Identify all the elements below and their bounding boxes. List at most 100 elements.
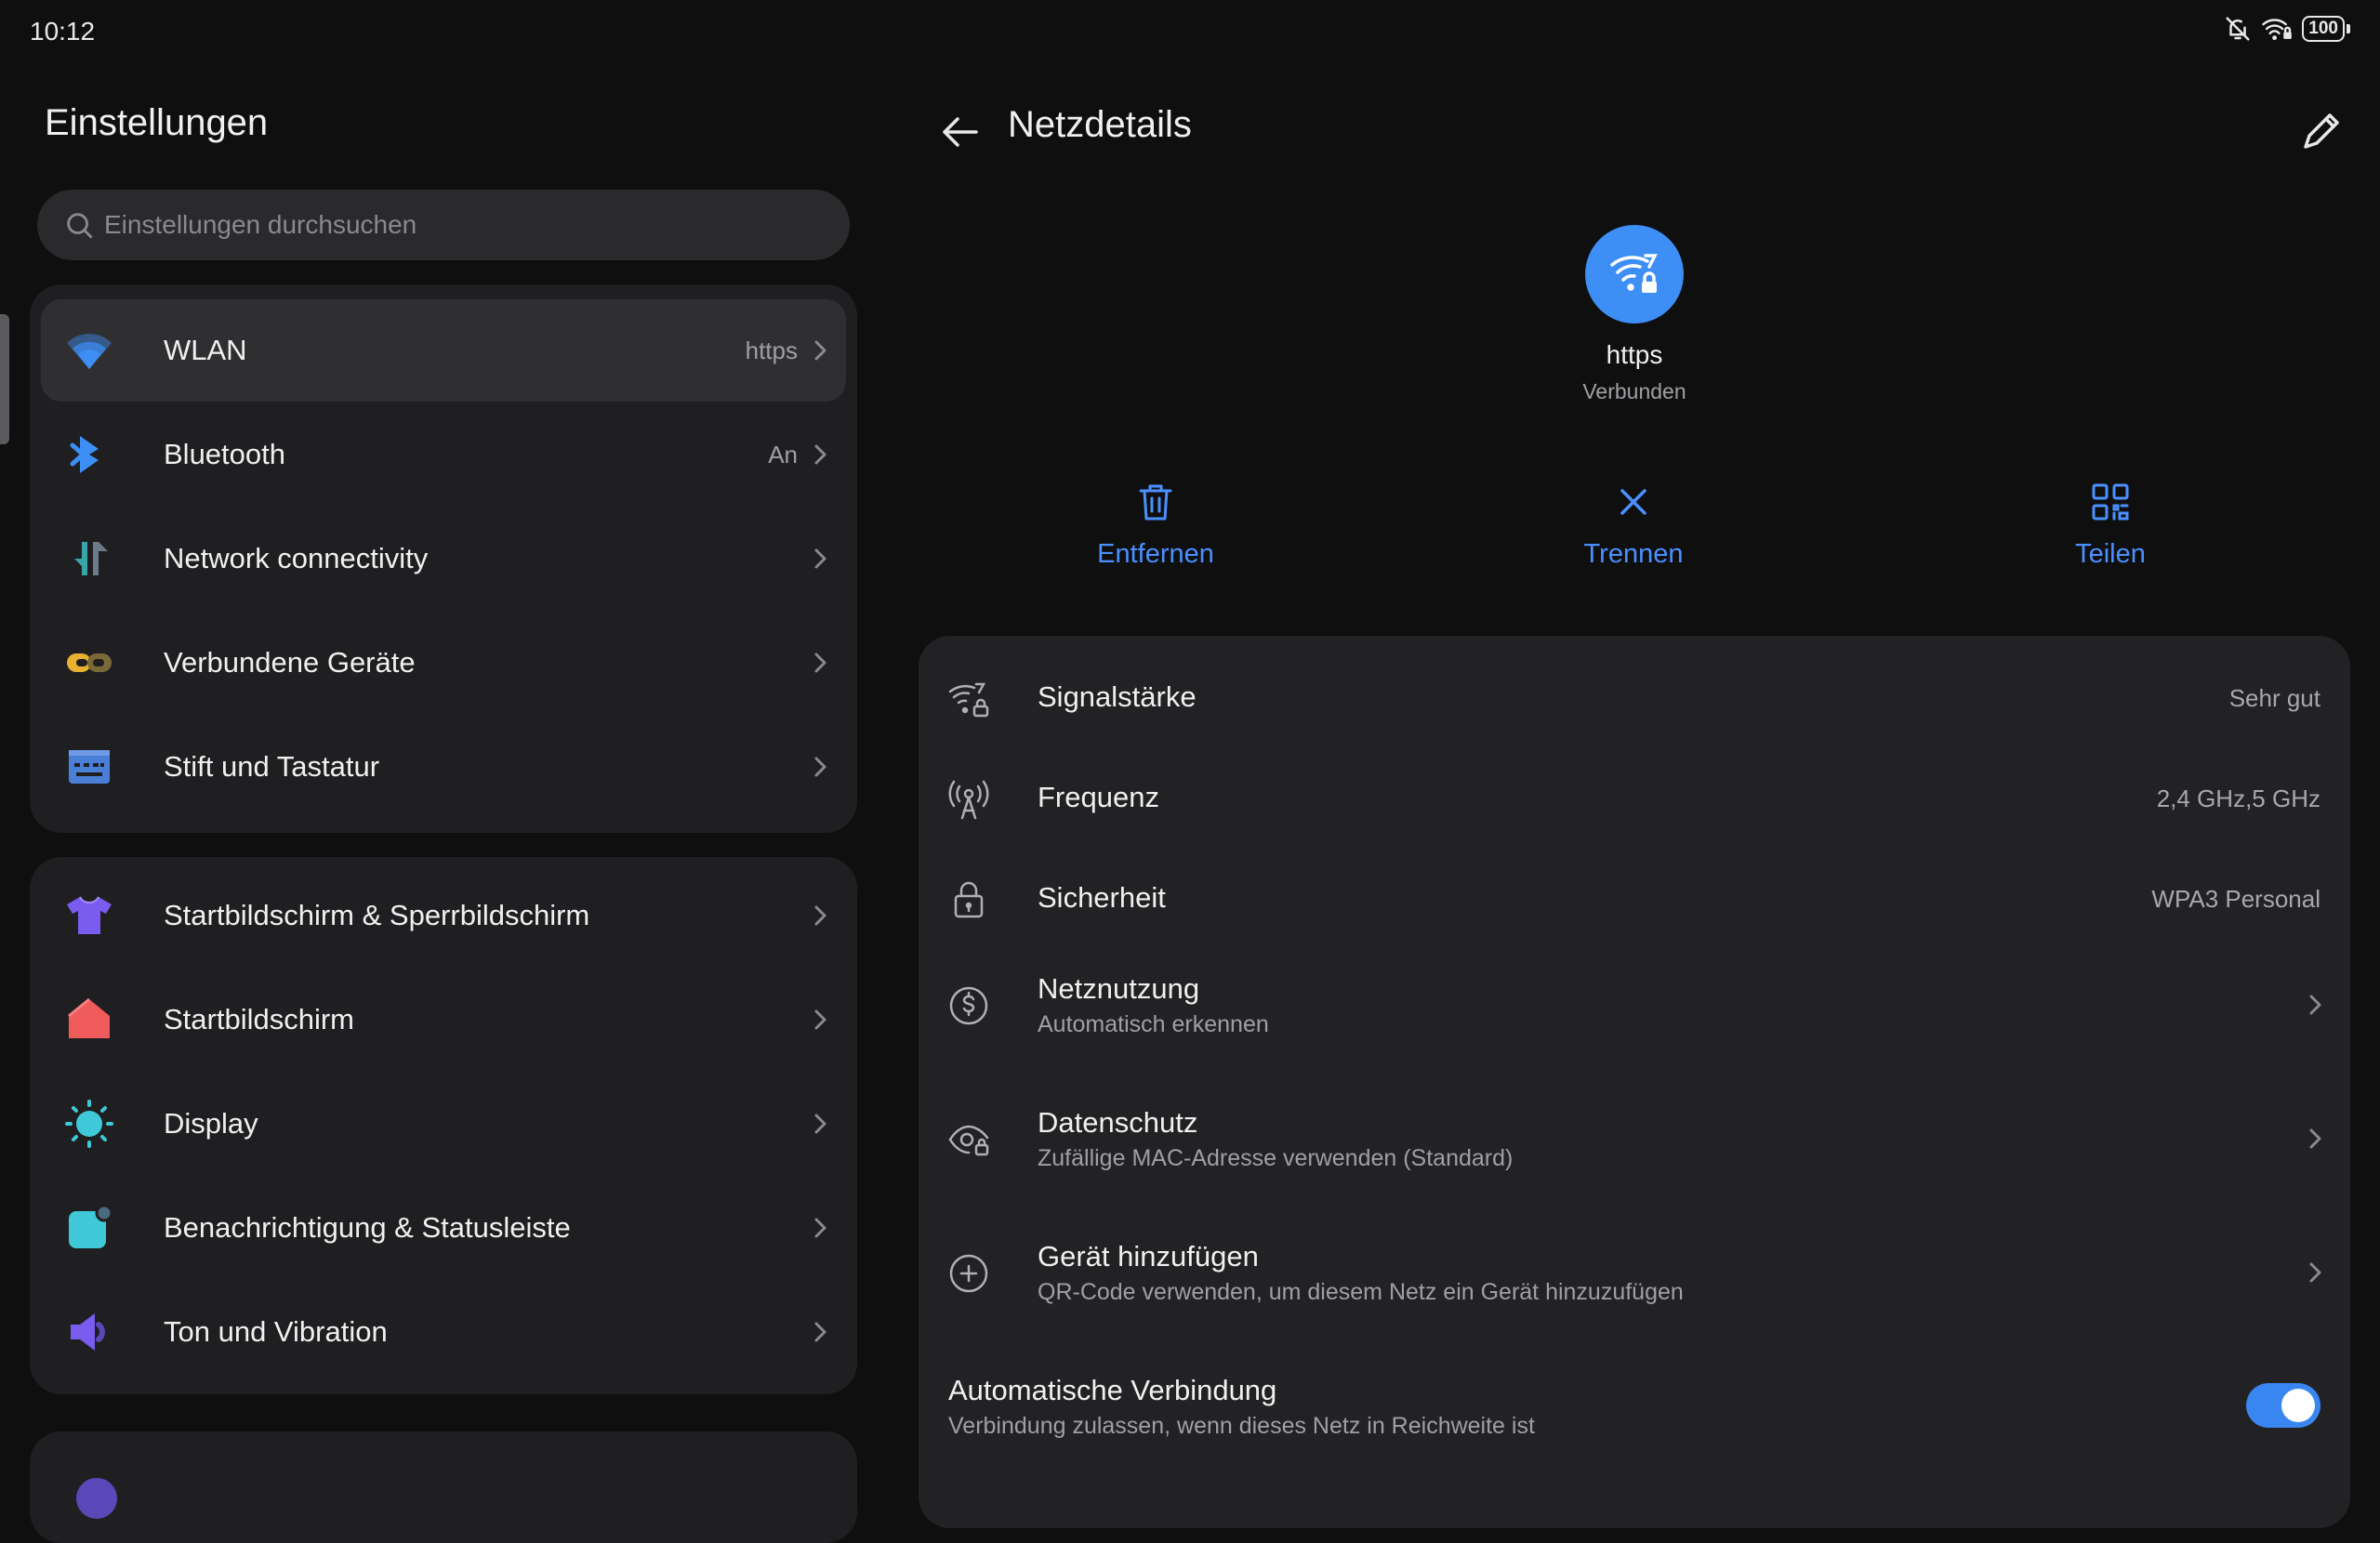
settings-pane: Einstellungen WLAN https Bluetooth An: [0, 61, 883, 1543]
connected-devices-icon: [63, 637, 115, 689]
notification-icon: [63, 1202, 115, 1254]
edit-button[interactable]: [2291, 102, 2350, 162]
settings-item-connected-devices[interactable]: Verbundene Geräte: [41, 612, 846, 714]
settings-item-wlan[interactable]: WLAN https: [41, 299, 846, 402]
search-bar[interactable]: [37, 190, 850, 260]
security-value: WPA3 Personal: [2151, 885, 2320, 913]
search-input[interactable]: [102, 209, 813, 241]
frequency-value: 2,4 GHz,5 GHz: [2156, 785, 2320, 812]
chevron-right-icon: [811, 336, 829, 364]
settings-item-label: Network connectivity: [164, 542, 429, 574]
dollar-icon: [946, 983, 991, 1028]
wifi-lock-icon: [2261, 15, 2293, 43]
settings-item-label: Startbildschirm & Sperrbildschirm: [164, 899, 590, 931]
settings-item-home-screen[interactable]: Startbildschirm: [41, 969, 846, 1071]
settings-item-notifications[interactable]: Benachrichtigung & Statusleiste: [41, 1177, 846, 1279]
row-network-usage[interactable]: Netznutzung Automatisch erkennen: [919, 937, 2350, 1071]
remove-button[interactable]: Entfernen: [1035, 480, 1276, 570]
sound-icon: [63, 1306, 115, 1358]
row-add-device[interactable]: Gerät hinzufügen QR-Code verwenden, um d…: [919, 1205, 2350, 1339]
network-connectivity-icon: [63, 533, 115, 585]
chevron-right-icon: [811, 1006, 829, 1034]
chevron-right-icon: [811, 1214, 829, 1242]
add-circle-icon: [946, 1251, 991, 1296]
trash-icon: [1133, 480, 1178, 524]
settings-item-label: Stift und Tastatur: [164, 750, 380, 783]
signal-icon: [946, 677, 991, 721]
settings-item-bluetooth[interactable]: Bluetooth An: [41, 403, 846, 506]
settings-item-label: Benachrichtigung & Statusleiste: [164, 1211, 571, 1244]
share-label: Teilen: [2075, 539, 2146, 569]
chevron-right-icon: [811, 441, 829, 468]
auto-connect-toggle[interactable]: [2246, 1383, 2320, 1428]
chevron-right-icon: [811, 902, 829, 930]
close-icon: [1611, 480, 1656, 524]
settings-item-value: https: [745, 336, 798, 364]
add-device-subtitle: QR-Code verwenden, um diesem Netz ein Ge…: [1038, 1279, 1684, 1305]
display-brightness-icon: [63, 1098, 115, 1150]
row-privacy[interactable]: Datenschutz Zufällige MAC-Adresse verwen…: [919, 1071, 2350, 1205]
chevron-right-icon: [811, 545, 829, 573]
settings-item-label: Verbundene Geräte: [164, 646, 416, 679]
network-avatar: [1585, 225, 1684, 323]
disconnect-button[interactable]: Trennen: [1513, 480, 1754, 570]
chevron-right-icon: [811, 753, 829, 781]
settings-item-label: Startbildschirm: [164, 1003, 354, 1035]
lock-icon: [946, 877, 991, 922]
bluetooth-icon: [63, 429, 115, 481]
security-title: Sicherheit: [1038, 881, 1166, 914]
frequency-title: Frequenz: [1038, 781, 1159, 813]
network-details-pane: Netzdetails https Verbunden Entfernen Tr…: [911, 61, 2380, 1528]
back-button[interactable]: [932, 102, 991, 162]
battery-icon: 100: [2302, 16, 2350, 42]
antenna-icon: [946, 777, 991, 822]
settings-item-label: WLAN: [164, 334, 247, 366]
row-frequency: Frequenz 2,4 GHz,5 GHz: [919, 736, 2350, 837]
status-icons: 100: [2224, 15, 2350, 43]
chevron-right-icon: [2306, 1259, 2324, 1286]
settings-group-personalization: Startbildschirm & Sperrbildschirm Startb…: [30, 857, 857, 1394]
settings-item-home-lock-screen[interactable]: Startbildschirm & Sperrbildschirm: [41, 864, 846, 967]
auto-connect-title: Automatische Verbindung: [948, 1374, 1277, 1406]
network-usage-subtitle: Automatisch erkennen: [1038, 1011, 1269, 1037]
settings-group-more: [30, 1431, 857, 1543]
privacy-eye-icon: [946, 1117, 991, 1162]
share-button[interactable]: Teilen: [1990, 480, 2231, 570]
pencil-icon: [2291, 102, 2350, 162]
add-device-title: Gerät hinzufügen: [1038, 1240, 1259, 1273]
settings-item-display[interactable]: Display: [41, 1073, 846, 1175]
settings-item-label: Bluetooth: [164, 438, 285, 470]
settings-item-sound[interactable]: Ton und Vibration: [41, 1281, 846, 1383]
scroll-handle[interactable]: [0, 314, 9, 444]
row-security: Sicherheit WPA3 Personal: [919, 837, 2350, 937]
toggle-knob: [2281, 1389, 2315, 1422]
network-status: Verbunden: [1582, 379, 1686, 403]
disconnect-label: Trennen: [1583, 539, 1684, 569]
user-icon: [71, 1472, 123, 1524]
remove-label: Entfernen: [1097, 539, 1214, 569]
chevron-right-icon: [811, 1318, 829, 1346]
settings-item-label: Ton und Vibration: [164, 1315, 388, 1348]
row-auto-connect: Automatische Verbindung Verbindung zulas…: [919, 1339, 2350, 1472]
chevron-right-icon: [2306, 1125, 2324, 1153]
wifi-icon: [63, 324, 115, 376]
signal-strength-title: Signalstärke: [1038, 680, 1197, 713]
theme-shirt-icon: [63, 890, 115, 942]
status-bar: 10:12 100: [0, 0, 2380, 61]
chevron-right-icon: [811, 649, 829, 677]
settings-title: Einstellungen: [45, 102, 269, 143]
keyboard-icon: [63, 741, 115, 793]
settings-item-pen-keyboard[interactable]: Stift und Tastatur: [41, 716, 846, 818]
auto-connect-subtitle: Verbindung zulassen, wenn dieses Netz in…: [948, 1413, 1535, 1439]
signal-strength-value: Sehr gut: [2228, 684, 2320, 712]
arrow-left-icon: [932, 102, 991, 162]
chevron-right-icon: [811, 1110, 829, 1138]
privacy-subtitle: Zufällige MAC-Adresse verwenden (Standar…: [1038, 1145, 1514, 1171]
network-usage-title: Netznutzung: [1038, 972, 1200, 1005]
settings-item-label: Display: [164, 1107, 258, 1140]
bell-off-icon: [2224, 15, 2252, 43]
network-details-card: Signalstärke Sehr gut Frequenz 2,4 GHz,5…: [919, 636, 2350, 1528]
settings-item-network-connectivity[interactable]: Network connectivity: [41, 508, 846, 610]
settings-item-value: An: [768, 440, 798, 468]
battery-level: 100: [2302, 16, 2345, 42]
